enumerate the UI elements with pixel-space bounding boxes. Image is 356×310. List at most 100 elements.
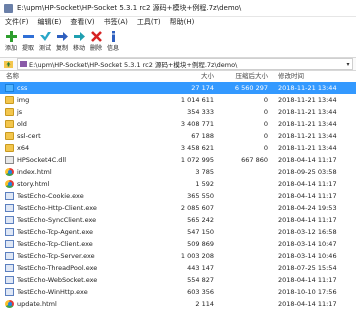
list-item[interactable]: js 354 333 0 2018-11-21 13:44 [0, 106, 356, 118]
file-size: 603 356 [187, 288, 214, 296]
exe-file-icon [5, 288, 14, 296]
add-button[interactable]: 添加 [3, 29, 19, 55]
extract-button[interactable]: 提取 [20, 29, 36, 55]
list-item[interactable]: TestEcho-Http-Client.exe 2 085 607 2018-04… [0, 202, 356, 214]
list-item[interactable]: old 3 408 771 0 2018-11-21 13:44 [0, 118, 356, 130]
file-size: 2 114 [195, 300, 214, 308]
file-modified: 2018-03-12 16:58 [278, 228, 337, 236]
minus-icon [21, 29, 35, 43]
html-file-icon [5, 300, 14, 308]
menu-help[interactable]: 帮助(H) [170, 17, 195, 27]
list-item[interactable]: TestEcho-Tcp-Server.exe 1 003 208 2018-03-… [0, 250, 356, 262]
file-size: 3 785 [195, 168, 214, 176]
file-packed-size: 0 [263, 96, 268, 104]
file-packed-size: 0 [263, 132, 268, 140]
file-name: TestEcho-SyncClient.exe [17, 216, 97, 224]
menu-tools[interactable]: 工具(T) [137, 17, 161, 27]
list-item[interactable]: img 1 014 611 0 2018-11-21 13:44 [0, 94, 356, 106]
column-modified[interactable]: 修改时间 [278, 70, 304, 80]
exe-file-icon [5, 204, 14, 212]
list-item[interactable]: update.html 2 114 2018-04-14 11:17 [0, 298, 356, 310]
add-label: 添加 [4, 45, 17, 52]
up-folder-button[interactable] [3, 59, 13, 69]
list-item[interactable]: TestEcho-SyncClient.exe 565 242 2018-04-14… [0, 214, 356, 226]
file-packed-size: 0 [263, 120, 268, 128]
html-file-icon [5, 168, 14, 176]
browser-center-icon [7, 182, 12, 186]
menu-view[interactable]: 查看(V) [70, 17, 94, 27]
window-title: E:\upm\HP-Socket\HP-Socket 5.3.1 rc2 源码+… [17, 4, 242, 12]
file-packed-size: 0 [263, 144, 268, 152]
title-bar: E:\upm\HP-Socket\HP-Socket 5.3.1 rc2 源码+… [0, 0, 356, 17]
folder-icon [5, 108, 14, 116]
folder-icon [5, 96, 14, 104]
file-name: TestEcho-ThreadPool.exe [17, 264, 98, 272]
list-item[interactable]: TestEcho-Cookie.exe 365 550 2018-04-14 11:… [0, 190, 356, 202]
exe-file-icon [5, 264, 14, 272]
file-modified: 2018-04-14 11:17 [278, 180, 337, 188]
menu-bookmarks[interactable]: 书签(A) [104, 17, 128, 27]
dll-file-icon [5, 156, 14, 164]
file-modified: 2018-11-21 13:44 [278, 144, 337, 152]
file-modified: 2018-11-21 13:44 [278, 96, 337, 104]
archive-icon [20, 61, 27, 67]
address-bar: E:\upm\HP-Socket\HP-Socket 5.3.1 rc2 源码+… [0, 57, 356, 71]
list-item[interactable]: TestEcho-Tcp-Agent.exe 547 150 2018-03-12 … [0, 226, 356, 238]
archive-manager-window: E:\upm\HP-Socket\HP-Socket 5.3.1 rc2 源码+… [0, 0, 356, 308]
file-name: TestEcho-WebSocket.exe [17, 276, 98, 284]
delete-label: 删除 [89, 45, 102, 52]
copy-button[interactable]: 复制 [54, 29, 70, 55]
folder-icon [5, 120, 14, 128]
file-size: 3 458 621 [180, 144, 214, 152]
file-modified: 2018-11-21 13:44 [278, 84, 337, 92]
path-input[interactable]: E:\upm\HP-Socket\HP-Socket 5.3.1 rc2 源码+… [17, 58, 353, 70]
file-name: img [17, 96, 30, 104]
file-name: TestEcho-Tcp-Client.exe [17, 240, 93, 248]
delete-button[interactable]: 删除 [88, 29, 104, 55]
delete-x-icon [89, 29, 103, 43]
test-label: 测试 [38, 45, 51, 52]
menu-file[interactable]: 文件(F) [5, 17, 29, 27]
exe-file-icon [5, 192, 14, 200]
list-item[interactable]: story.html 1 592 2018-04-14 11:17 [0, 178, 356, 190]
file-modified: 2018-04-14 11:17 [278, 156, 337, 164]
exe-file-icon [5, 228, 14, 236]
column-name[interactable]: 名称 [6, 70, 19, 80]
column-packed-size[interactable]: 压缩后大小 [224, 70, 269, 80]
list-item[interactable]: TestEcho-Tcp-Client.exe 509 869 2018-03-14… [0, 238, 356, 250]
info-button[interactable]: 信息 [105, 29, 121, 55]
file-size: 554 827 [187, 276, 214, 284]
list-item[interactable]: x64 3 458 621 0 2018-11-21 13:44 [0, 142, 356, 154]
folder-icon [5, 132, 14, 140]
list-item[interactable]: TestEcho-WinHttp.exe 603 356 2018-10-10 17… [0, 286, 356, 298]
list-item[interactable]: index.html 3 785 2018-09-25 03:58 [0, 166, 356, 178]
test-button[interactable]: 测试 [37, 29, 53, 55]
file-modified: 2018-11-21 13:44 [278, 108, 337, 116]
list-item[interactable]: HPSocket4C.dll 1 072 995 667 860 2018-04-14… [0, 154, 356, 166]
list-item[interactable]: TestEcho-WebSocket.exe 554 827 2018-04-14 … [0, 274, 356, 286]
file-name: x64 [17, 144, 30, 152]
list-item[interactable]: ssl-cert 67 188 0 2018-11-21 13:44 [0, 130, 356, 142]
info-label: 信息 [106, 45, 119, 52]
move-button[interactable]: 移动 [71, 29, 87, 55]
file-name: update.html [17, 300, 57, 308]
file-size: 67 188 [191, 132, 214, 140]
check-icon [38, 29, 52, 43]
list-item[interactable]: css 27 174 6 560 297 2018-11-21 13:44 [0, 82, 356, 94]
copy-arrow-icon [55, 29, 69, 43]
file-modified: 2018-11-21 13:44 [278, 120, 337, 128]
file-modified: 2018-04-14 11:17 [278, 276, 337, 284]
file-name: js [17, 108, 23, 116]
column-size[interactable]: 大小 [180, 70, 214, 80]
chevron-down-icon[interactable]: ▾ [344, 61, 352, 68]
menu-bar: 文件(F) 编辑(E) 查看(V) 书签(A) 工具(T) 帮助(H) [0, 16, 356, 28]
info-icon [106, 29, 120, 43]
file-packed-size: 0 [263, 108, 268, 116]
file-name: HPSocket4C.dll [17, 156, 67, 164]
file-name: old [17, 120, 27, 128]
list-item[interactable]: TestEcho-ThreadPool.exe 443 147 2018-07-25… [0, 262, 356, 274]
file-modified: 2018-04-24 19:53 [278, 204, 337, 212]
file-size: 27 174 [191, 84, 214, 92]
file-size: 509 869 [187, 240, 214, 248]
menu-edit[interactable]: 编辑(E) [38, 17, 62, 27]
